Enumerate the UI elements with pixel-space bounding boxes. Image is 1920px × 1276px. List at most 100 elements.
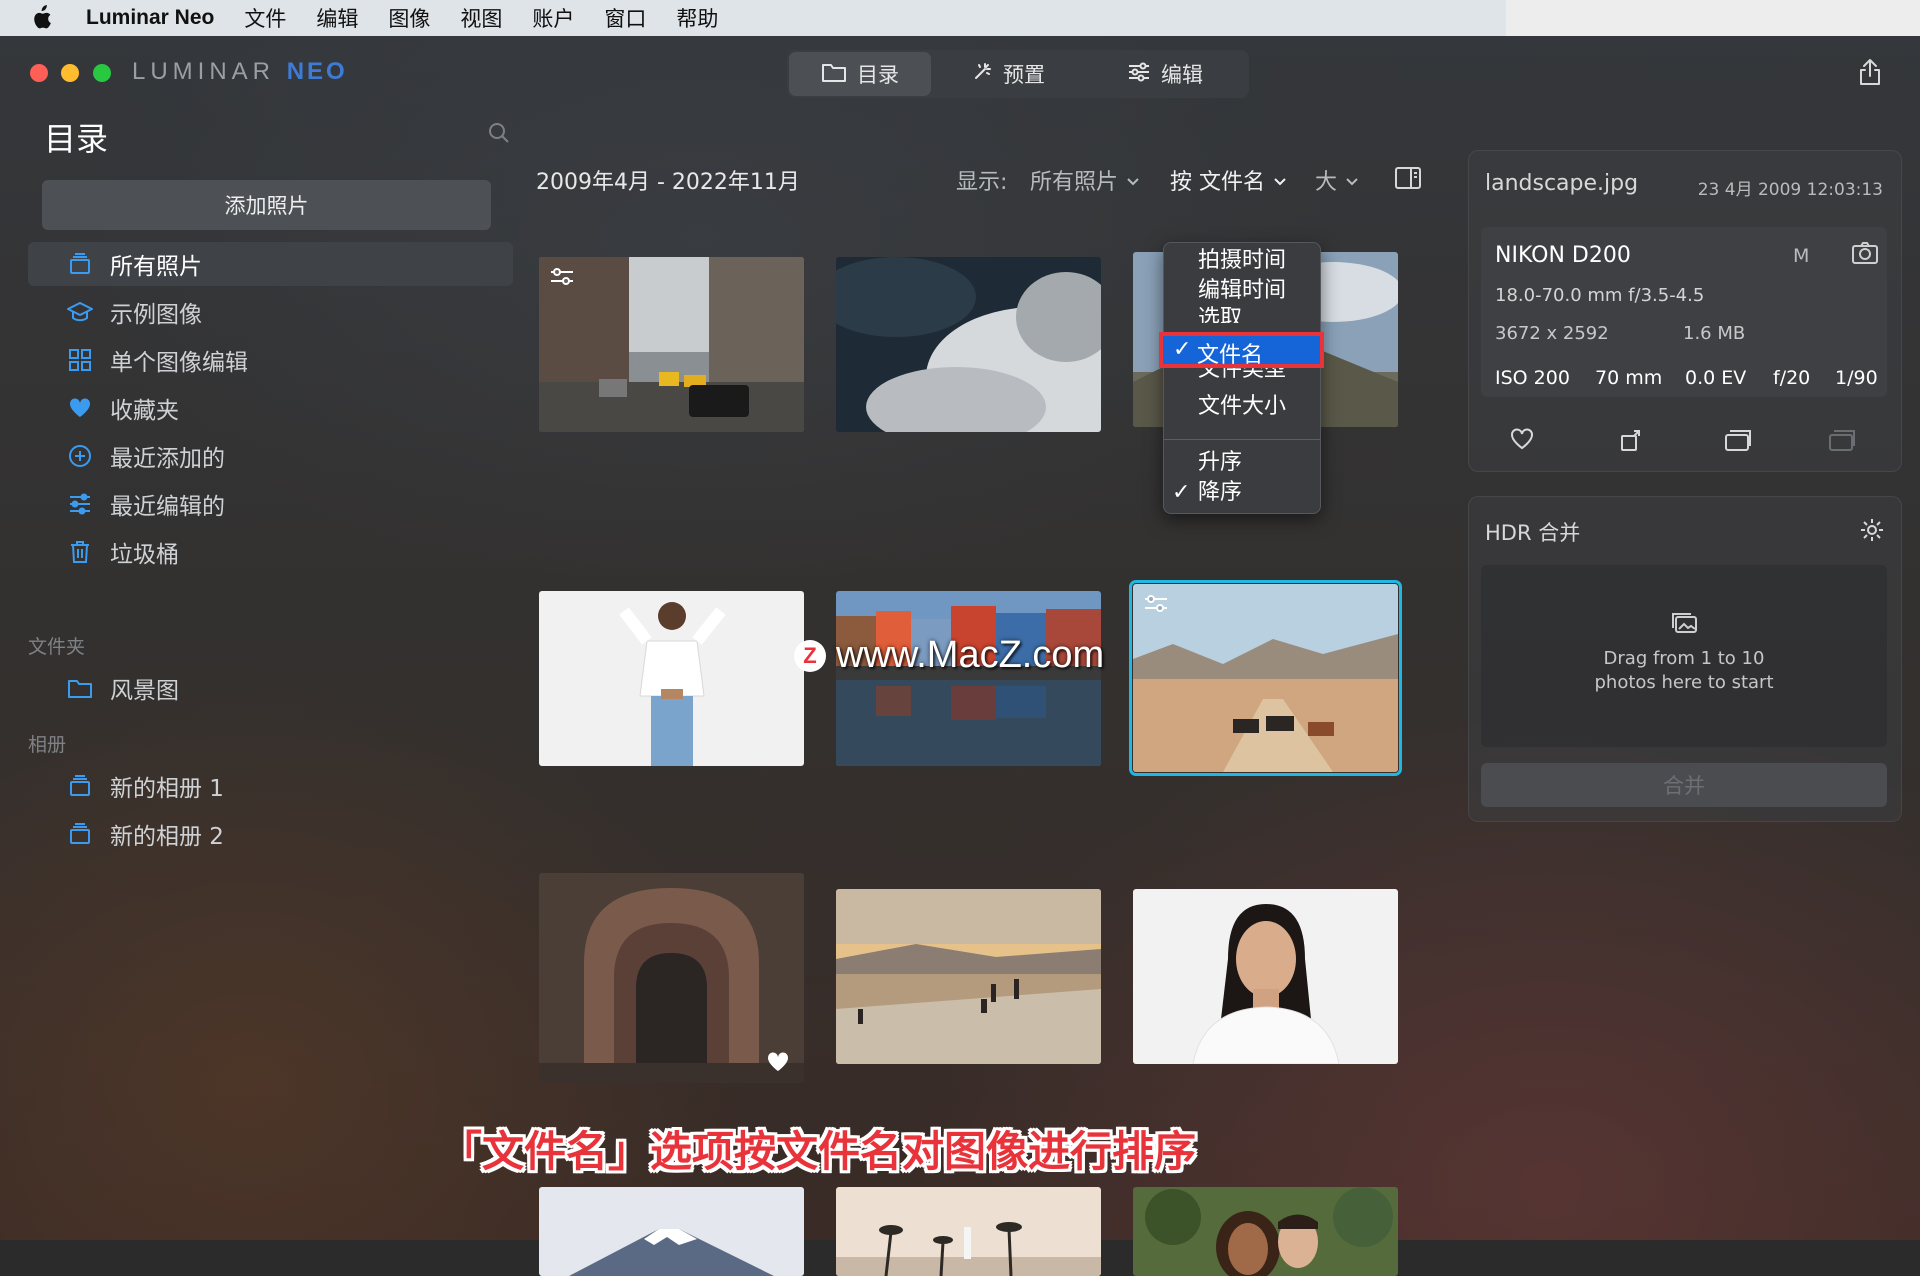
tutorial-caption: 「文件名」选项按文件名对图像进行排序 [439, 1127, 1196, 1176]
tab-presets[interactable]: 预置 [931, 52, 1085, 96]
favorite-heart-icon[interactable] [1509, 427, 1535, 455]
folder-icon [821, 61, 847, 88]
gear-icon[interactable] [1859, 517, 1885, 547]
hdr-panel-title: HDR 合并 [1485, 521, 1581, 545]
tab-edit[interactable]: 编辑 [1085, 52, 1245, 96]
shutter-speed: 1/90 [1835, 367, 1878, 389]
aperture-value: f/20 [1773, 367, 1811, 389]
hdr-drop-zone[interactable]: Drag from 1 to 10 photos here to start [1481, 565, 1887, 747]
photo-thumbnail-landscape-cows[interactable] [1129, 580, 1402, 776]
watermark-logo: Z [794, 639, 826, 672]
date-range-title: 2009年4月 - 2022年11月 [536, 170, 800, 195]
add-photos-button[interactable]: 添加照片 [42, 180, 491, 230]
hdr-merge-panel: HDR 合并 Drag from 1 to 10 photos here to … [1468, 496, 1902, 822]
hdr-drop-hint: Drag from 1 to 10 photos here to start [1481, 647, 1887, 695]
photo-thumbnail-smoke-clouds[interactable] [836, 257, 1101, 432]
sidebar-item-album-1[interactable]: 新的相册 1 [28, 764, 513, 808]
app-name-menu[interactable]: Luminar Neo [86, 6, 214, 30]
menu-edit[interactable]: 编辑 [316, 3, 358, 33]
chevron-down-icon [1126, 168, 1140, 193]
sidebar-title: 目录 [44, 120, 109, 158]
menu-file[interactable]: 文件 [244, 3, 286, 33]
sidebar-item-album-2[interactable]: 新的相册 2 [28, 812, 513, 856]
stack-icon [66, 772, 94, 800]
sort-option-file-type[interactable]: 文件类型 [1198, 367, 1286, 385]
apple-icon[interactable] [30, 3, 60, 33]
show-filter-value: 所有照片 [1030, 170, 1119, 195]
sidebar-item-sample-images[interactable]: 示例图像 [28, 290, 513, 334]
sidebar-item-single-edits[interactable]: 单个图像编辑 [28, 338, 513, 382]
sort-option-edit-time[interactable]: 编辑时间 [1198, 277, 1286, 305]
menu-image[interactable]: 图像 [388, 3, 430, 33]
show-filter-dropdown[interactable]: 所有照片 [1030, 164, 1140, 196]
sidebar-item-label: 单个图像编辑 [110, 350, 248, 376]
sort-option-pick[interactable]: 选取 [1198, 305, 1242, 323]
folders-heading: 文件夹 [28, 636, 86, 658]
file-name: landscape.jpg [1485, 171, 1639, 196]
sidebar-toggle-icon[interactable] [1394, 166, 1422, 194]
sort-option-filename-label: 文件名 [1197, 343, 1264, 368]
exif-card: NIKON D200 M 18.0-70.0 mm f/3.5-4.5 3672… [1481, 227, 1887, 397]
sidebar-item-folder-landscape[interactable]: 风景图 [28, 666, 513, 710]
thumbnail-size-dropdown[interactable]: 大 [1315, 164, 1359, 196]
window-maximize-button[interactable] [93, 64, 111, 82]
tab-presets-label: 预置 [1003, 63, 1045, 87]
photo-thumbnail-woman-white-top[interactable] [539, 591, 804, 766]
menu-view[interactable]: 视图 [460, 3, 502, 33]
exposure-mode: M [1793, 245, 1810, 267]
sidebar-item-label: 垃圾桶 [110, 542, 179, 568]
rotate-icon[interactable] [1619, 427, 1645, 457]
menu-account[interactable]: 账户 [532, 3, 574, 33]
photo-thumbnail-portrait-woman[interactable] [1133, 889, 1398, 1064]
tab-catalog[interactable]: 目录 [789, 52, 931, 96]
sidebar-item-label: 最近添加的 [110, 446, 225, 472]
merge-button[interactable]: 合并 [1481, 763, 1887, 807]
window-minimize-button[interactable] [61, 64, 79, 82]
menu-help[interactable]: 帮助 [676, 3, 718, 33]
menu-window[interactable]: 窗口 [604, 3, 646, 33]
sidebar-item-label: 收藏夹 [110, 398, 179, 424]
photo-thumbnail-couple-portrait[interactable] [1133, 1187, 1398, 1276]
photo-thumbnail-harbor-houses[interactable] [836, 591, 1101, 766]
window-close-button[interactable] [30, 64, 48, 82]
sort-dropdown[interactable]: 按 文件名 [1170, 164, 1287, 196]
folder-icon [66, 674, 94, 702]
photo-thumbnail-city-street[interactable] [539, 257, 804, 432]
sidebar-item-all-photos[interactable]: 所有照片 [28, 242, 513, 286]
sparkle-icon [971, 61, 993, 88]
photo-thumbnail-palm-beach[interactable] [836, 1187, 1101, 1276]
sidebar-item-label: 新的相册 1 [110, 776, 224, 802]
photo-thumbnail-mount-fuji[interactable] [539, 1187, 804, 1276]
logo-text: LUMINAR [132, 58, 276, 85]
menu-bar: Luminar Neo 文件 编辑 图像 视图 账户 窗口 帮助 [0, 0, 1506, 36]
exposure-compensation: 0.0 EV [1685, 367, 1747, 389]
luminar-logo: LUMINAR NEO [132, 58, 348, 86]
sort-option-file-size[interactable]: 文件大小 [1198, 393, 1286, 421]
checkmark-icon: ✓ [1172, 480, 1191, 505]
edited-badge-icon [1143, 594, 1169, 614]
photo-thumbnail-beach-sunset[interactable] [836, 889, 1101, 1064]
stack-icon [66, 820, 94, 848]
sidebar-item-recently-added[interactable]: 最近添加的 [28, 434, 513, 478]
sort-option-capture-time[interactable]: 拍摄时间 [1198, 247, 1286, 275]
sort-option-filename[interactable]: ✓ 文件名 [1159, 332, 1324, 368]
sort-order-descending[interactable]: ✓ 降序 [1172, 479, 1243, 507]
app-window: LUMINAR NEO 目录 预置 编辑 目录 添加照片 所有照片 示例图像 单… [0, 36, 1920, 1276]
favorite-heart-icon[interactable] [766, 1051, 790, 1073]
thumbnail-size-value: 大 [1315, 170, 1338, 195]
sidebar-item-label: 示例图像 [110, 302, 202, 328]
stack-icon [66, 250, 94, 278]
sidebar-item-favorites[interactable]: 收藏夹 [28, 386, 513, 430]
search-icon[interactable] [488, 122, 510, 148]
edited-badge-icon [549, 267, 575, 287]
photo-thumbnail-church-door[interactable] [539, 873, 804, 1083]
compare-icon[interactable] [1723, 427, 1753, 457]
sidebar-item-recently-edited[interactable]: 最近编辑的 [28, 482, 513, 526]
logo-text-neo: NEO [286, 58, 348, 85]
capture-date: 23 4月 2009 12:03:13 [1697, 180, 1883, 200]
sort-order-label: 降序 [1198, 480, 1243, 505]
sidebar-item-trash[interactable]: 垃圾桶 [28, 530, 513, 574]
sort-order-ascending[interactable]: 升序 [1198, 449, 1242, 477]
share-icon[interactable] [1858, 58, 1882, 90]
photos-icon [1671, 611, 1699, 639]
